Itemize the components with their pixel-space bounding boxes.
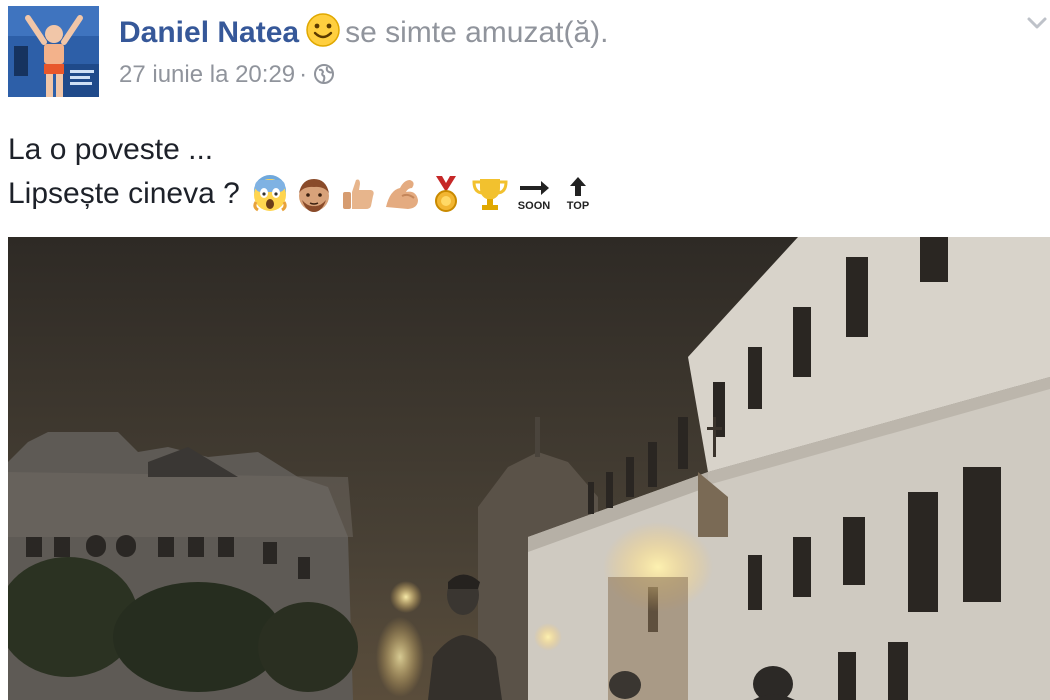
man-face-icon (294, 174, 334, 214)
author-name-link[interactable]: Daniel Natea (119, 16, 299, 49)
post-photo[interactable] (8, 237, 1050, 700)
night-street-statues-photo (8, 237, 1050, 700)
slightly-smiling-face-icon (305, 12, 341, 58)
soon-arrow-icon: SOON (514, 174, 554, 214)
post-message: La o poveste ... Lipsește cineva ? SOON … (8, 128, 598, 216)
flexed-biceps-icon (382, 174, 422, 214)
post-text-line-2: Lipsește cineva ? SOON TOP (8, 172, 598, 216)
thumbs-up-icon (338, 174, 378, 214)
post-header: Daniel Natea se simte amuzat(ă). (119, 12, 609, 58)
meta-separator: · (299, 61, 308, 88)
top-label: TOP (567, 200, 589, 212)
soon-label: SOON (518, 200, 550, 212)
medal-icon (426, 174, 466, 214)
post-timestamp-link[interactable]: 27 iunie la 20:29 (119, 61, 295, 88)
post-meta: 27 iunie la 20:29 · (119, 60, 335, 93)
trophy-icon (470, 174, 510, 214)
post-text-line-1: La o poveste ... (8, 133, 214, 166)
globe-icon[interactable] (313, 63, 335, 93)
author-avatar[interactable] (8, 6, 99, 97)
avatar-photo (8, 6, 99, 97)
chevron-down-icon[interactable] (1024, 10, 1050, 36)
feeling-text: se simte amuzat(ă). (345, 16, 609, 49)
face-screaming-icon (250, 174, 290, 214)
top-arrow-icon: TOP (558, 174, 598, 214)
post-text-line-2-text: Lipsește cineva ? (8, 177, 240, 210)
